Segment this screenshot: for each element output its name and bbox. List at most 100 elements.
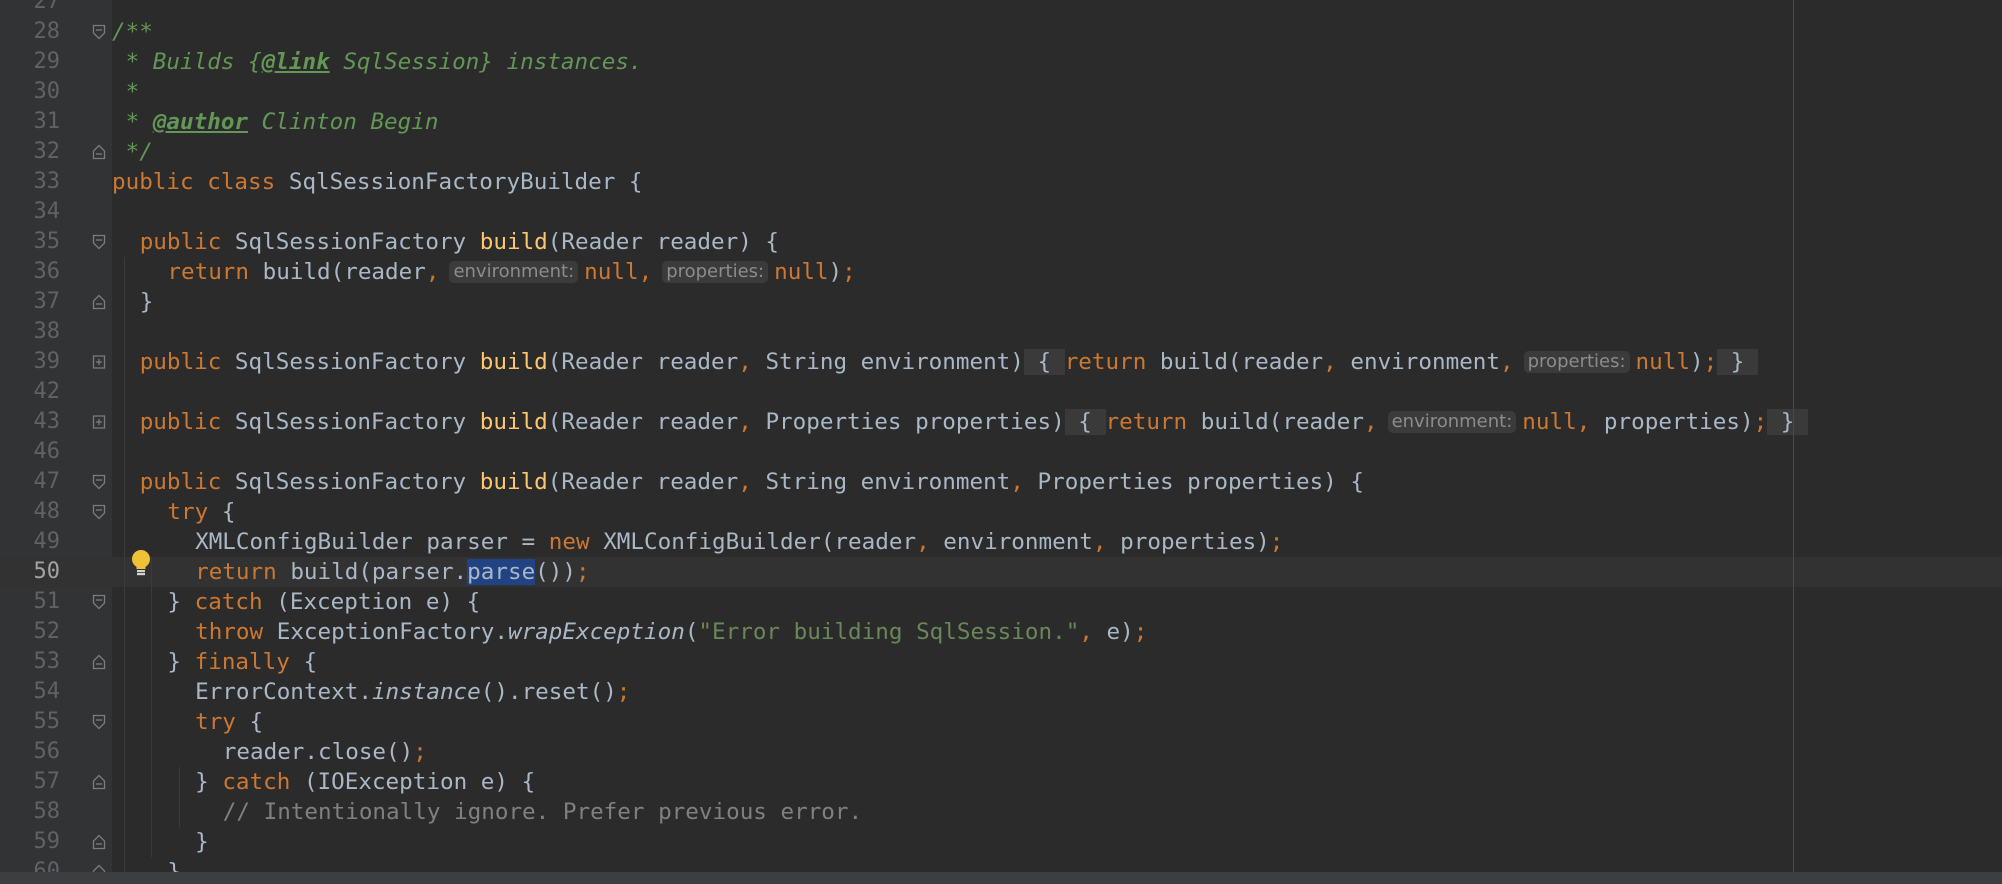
code-line[interactable]: 42: [0, 377, 2002, 407]
code-line[interactable]: 39 public SqlSessionFactory build(Reader …: [0, 347, 2002, 377]
horizontal-scrollbar[interactable]: [0, 872, 2002, 884]
code-text[interactable]: *: [112, 77, 140, 107]
code-line[interactable]: 28 /**: [0, 17, 2002, 47]
line-number[interactable]: 30: [0, 77, 61, 107]
code-line[interactable]: 36 return build(reader, environment: null, p…: [0, 257, 2002, 287]
code-line[interactable]: 46: [0, 437, 2002, 467]
code-line[interactable]: 56 reader.close();: [0, 737, 2002, 767]
code-text[interactable]: ErrorContext.instance().reset();: [195, 677, 630, 707]
code-line[interactable]: 31 * @author Clinton Begin: [0, 107, 2002, 137]
code-line[interactable]: 38: [0, 317, 2002, 347]
line-number[interactable]: 36: [0, 257, 61, 287]
code-text[interactable]: } catch (IOException e) {: [195, 767, 535, 797]
lightbulb-intention-icon[interactable]: [128, 548, 154, 578]
line-number[interactable]: 34: [0, 197, 61, 227]
line-number[interactable]: 56: [0, 737, 61, 767]
code-text[interactable]: public SqlSessionFactory build(Reader re…: [140, 467, 1364, 497]
code-text[interactable]: } finally {: [167, 647, 317, 677]
fold-collapse-icon[interactable]: [92, 234, 106, 250]
code-text[interactable]: public class SqlSessionFactoryBuilder {: [112, 167, 643, 197]
code-text[interactable]: // Intentionally ignore. Prefer previous…: [223, 797, 862, 827]
code-text[interactable]: return build(reader, environment: null, pro…: [167, 257, 855, 287]
code-text[interactable]: }: [140, 287, 154, 317]
line-number[interactable]: 50: [0, 557, 61, 587]
code-text[interactable]: throw ExceptionFactory.wrapException("Er…: [195, 617, 1147, 647]
code-line[interactable]: 51 } catch (Exception e) {: [0, 587, 2002, 617]
fold-end-icon[interactable]: [92, 654, 106, 670]
line-number[interactable]: 48: [0, 497, 61, 527]
line-number[interactable]: 42: [0, 377, 61, 407]
line-number[interactable]: 57: [0, 767, 61, 797]
line-number[interactable]: 43: [0, 407, 61, 437]
fold-collapse-icon[interactable]: [92, 714, 106, 730]
code-text[interactable]: public SqlSessionFactory build(Reader re…: [140, 407, 1808, 437]
code-text[interactable]: public SqlSessionFactory build(Reader re…: [140, 227, 779, 257]
line-number[interactable]: 55: [0, 707, 61, 737]
line-number[interactable]: 35: [0, 227, 61, 257]
fold-end-icon[interactable]: [92, 294, 106, 310]
code-text[interactable]: try {: [195, 707, 263, 737]
code-line[interactable]: 29 * Builds {@link SqlSession} instances…: [0, 47, 2002, 77]
code-text[interactable]: reader.close();: [223, 737, 427, 767]
folded-region: }: [1717, 349, 1758, 375]
fold-end-icon[interactable]: [92, 774, 106, 790]
fold-collapse-icon[interactable]: [92, 594, 106, 610]
code-text[interactable]: * Builds {@link SqlSession} instances.: [112, 47, 643, 77]
fold-collapse-icon[interactable]: [92, 504, 106, 520]
fold-expand-icon[interactable]: [92, 354, 106, 370]
code-text[interactable]: /**: [112, 17, 153, 47]
code-line[interactable]: 54 ErrorContext.instance().reset();: [0, 677, 2002, 707]
code-line[interactable]: 55 try {: [0, 707, 2002, 737]
line-number[interactable]: 39: [0, 347, 61, 377]
line-number[interactable]: 58: [0, 797, 61, 827]
line-number[interactable]: 33: [0, 167, 61, 197]
line-number[interactable]: 51: [0, 587, 61, 617]
line-number[interactable]: 47: [0, 467, 61, 497]
line-number[interactable]: 31: [0, 107, 61, 137]
line-number[interactable]: 37: [0, 287, 61, 317]
code-text[interactable]: XMLConfigBuilder parser = new XMLConfigB…: [195, 527, 1283, 557]
code-line[interactable]: 30 *: [0, 77, 2002, 107]
fold-collapse-icon[interactable]: [92, 24, 106, 40]
code-line[interactable]: 58 // Intentionally ignore. Prefer previo…: [0, 797, 2002, 827]
fold-expand-icon[interactable]: [92, 414, 106, 430]
code-text[interactable]: }: [195, 827, 209, 857]
line-number[interactable]: 28: [0, 17, 61, 47]
code-line[interactable]: 47 public SqlSessionFactory build(Reader …: [0, 467, 2002, 497]
line-number[interactable]: 29: [0, 47, 61, 77]
line-number[interactable]: 46: [0, 437, 61, 467]
code-line[interactable]: 57 } catch (IOException e) {: [0, 767, 2002, 797]
line-number[interactable]: 27: [0, 0, 61, 17]
code-line[interactable]: 35 public SqlSessionFactory build(Reader …: [0, 227, 2002, 257]
line-number[interactable]: 59: [0, 827, 61, 857]
code-line[interactable]: 32 */: [0, 137, 2002, 167]
code-editor[interactable]: 27 28/** 29 * Builds {@link SqlSession} in…: [0, 0, 2002, 884]
code-text[interactable]: try {: [167, 497, 235, 527]
code-text[interactable]: return build(parser.parse());: [195, 557, 590, 587]
code-line[interactable]: 37}: [0, 287, 2002, 317]
code-line[interactable]: 48 try {: [0, 497, 2002, 527]
fold-end-icon[interactable]: [92, 834, 106, 850]
code-token: }: [195, 769, 223, 795]
fold-collapse-icon[interactable]: [92, 474, 106, 490]
code-line[interactable]: 27: [0, 0, 2002, 17]
fold-end-icon[interactable]: [92, 144, 106, 160]
code-line[interactable]: 50 return build(parser.parse());: [0, 557, 2002, 587]
line-number[interactable]: 54: [0, 677, 61, 707]
line-number[interactable]: 52: [0, 617, 61, 647]
code-line[interactable]: 33 public class SqlSessionFactoryBuilder …: [0, 167, 2002, 197]
line-number[interactable]: 49: [0, 527, 61, 557]
code-line[interactable]: 52 throw ExceptionFactory.wrapException("…: [0, 617, 2002, 647]
code-line[interactable]: 53 } finally {: [0, 647, 2002, 677]
code-line[interactable]: 49 XMLConfigBuilder parser = new XMLConfi…: [0, 527, 2002, 557]
code-text[interactable]: * @author Clinton Begin: [112, 107, 439, 137]
line-number[interactable]: 53: [0, 647, 61, 677]
code-text[interactable]: */: [112, 137, 153, 167]
code-line[interactable]: 34: [0, 197, 2002, 227]
code-text[interactable]: public SqlSessionFactory build(Reader re…: [140, 347, 1758, 377]
line-number[interactable]: 32: [0, 137, 61, 167]
code-line[interactable]: 43 public SqlSessionFactory build(Reader …: [0, 407, 2002, 437]
code-text[interactable]: } catch (Exception e) {: [167, 587, 480, 617]
code-line[interactable]: 59}: [0, 827, 2002, 857]
line-number[interactable]: 38: [0, 317, 61, 347]
